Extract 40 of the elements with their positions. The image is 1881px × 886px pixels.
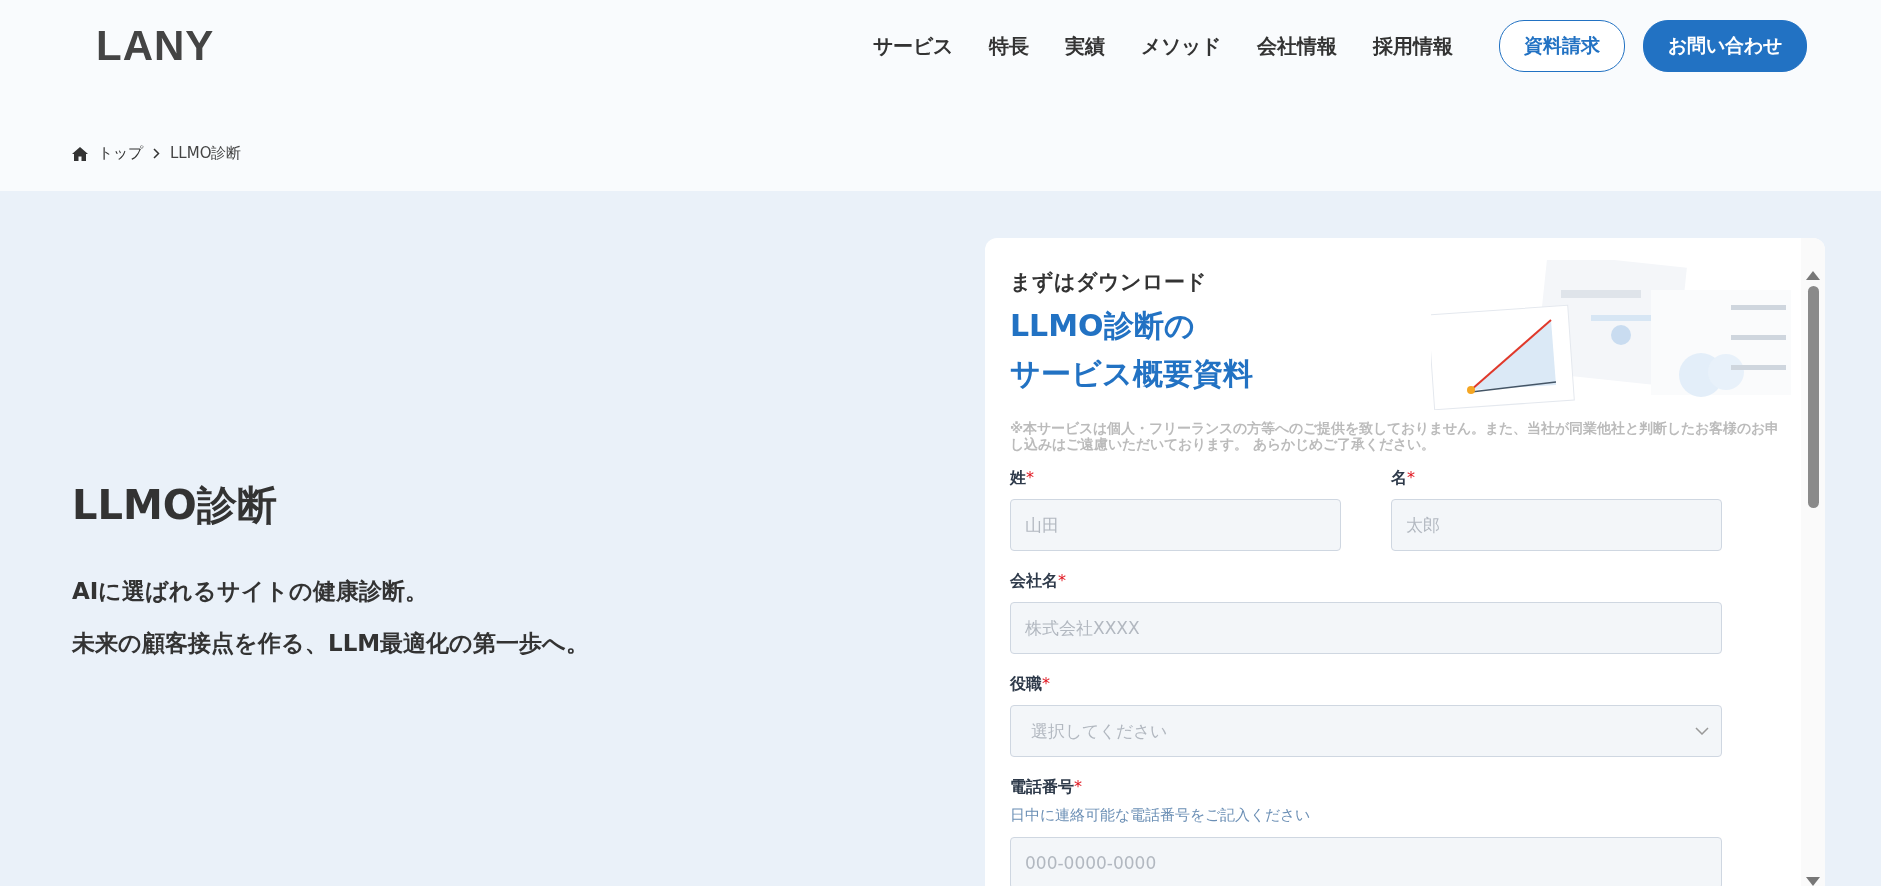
logo[interactable]: LANY <box>96 22 215 70</box>
nav-link[interactable]: 採用情報 <box>1373 32 1453 60</box>
scroll-up-icon[interactable] <box>1806 271 1820 280</box>
chevron-down-icon <box>1695 727 1709 735</box>
field-label: 名 <box>1391 468 1407 489</box>
required-mark: * <box>1074 777 1082 796</box>
scroll-down-icon[interactable] <box>1806 877 1820 886</box>
input-field[interactable]: 太郎 <box>1391 499 1722 551</box>
page-title: LLMO診断 <box>72 481 278 530</box>
input-field[interactable]: 山田 <box>1010 499 1341 551</box>
breadcrumb-link[interactable]: トップ <box>98 144 143 163</box>
required-mark: * <box>1407 468 1415 487</box>
contact-button[interactable]: お問い合わせ <box>1643 20 1807 72</box>
nav-link[interactable]: 特長 <box>989 32 1029 60</box>
document-request-button[interactable]: 資料請求 <box>1499 20 1625 72</box>
form-title: サービス概要資料 <box>1010 355 1253 393</box>
nav-link[interactable]: 会社情報 <box>1257 32 1337 60</box>
chevron-right-icon <box>153 148 160 159</box>
field-label: 電話番号 <box>1010 777 1074 798</box>
input-field[interactable]: 000-0000-0000 <box>1010 837 1722 886</box>
required-mark: * <box>1042 674 1050 693</box>
tagline: AIに選ばれるサイトの健康診断。 <box>72 577 430 606</box>
required-mark: * <box>1058 571 1066 590</box>
home-icon <box>72 146 88 161</box>
breadcrumb-current: LLMO診断 <box>170 144 242 163</box>
nav-link[interactable]: 実績 <box>1065 32 1105 60</box>
tagline: 未来の顧客接点を作る、LLM最適化の第一歩へ。 <box>72 629 591 658</box>
required-mark: * <box>1026 468 1034 487</box>
field-label: 会社名 <box>1010 571 1058 592</box>
scrollbar-thumb[interactable] <box>1807 286 1819 508</box>
form-title: LLMO診断の <box>1010 307 1196 345</box>
field-hint: 日中に連絡可能な電話番号をご記入ください <box>1010 806 1311 825</box>
nav-link[interactable]: サービス <box>873 32 953 60</box>
scrollbar[interactable] <box>1801 238 1825 886</box>
field-label: 姓 <box>1010 468 1026 489</box>
form-note: ※本サービスは個人・フリーランスの方等へのご提供を致しておりません。また、当社が同業他社と判断したお客様のお申し込みはご遠慮いただいております。 あらかじめご了承ください。 <box>1010 420 1781 452</box>
nav-link[interactable]: メソッド <box>1141 32 1221 60</box>
field-label: 役職 <box>1010 674 1042 695</box>
form-eyebrow: まずはダウンロード <box>1010 269 1208 296</box>
input-field[interactable]: 株式会社XXXX <box>1010 602 1722 654</box>
